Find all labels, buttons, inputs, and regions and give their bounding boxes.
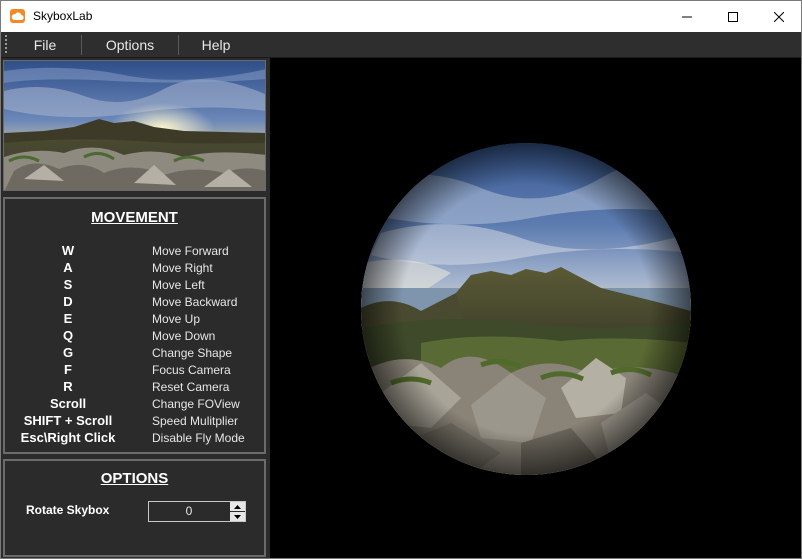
- action-label: Change FOView: [152, 397, 240, 411]
- action-label: Disable Fly Mode: [152, 431, 245, 445]
- options-panel: OPTIONS Rotate Skybox 0: [3, 459, 266, 557]
- key-label: D: [63, 294, 73, 309]
- action-label: Move Right: [152, 261, 213, 275]
- key-label: R: [63, 379, 73, 394]
- action-label: Focus Camera: [152, 363, 231, 377]
- menu-grip-icon[interactable]: [5, 35, 7, 55]
- skybox-viewport[interactable]: [270, 58, 801, 558]
- key-label: Q: [62, 328, 74, 343]
- action-label: Speed Mulitplier: [152, 414, 239, 428]
- action-label: Reset Camera: [152, 380, 230, 394]
- menu-help[interactable]: Help: [179, 32, 253, 58]
- rotate-skybox-stepper[interactable]: 0: [148, 501, 246, 522]
- menu-bar: File Options Help: [1, 32, 801, 58]
- key-label: W: [61, 243, 75, 258]
- title-bar[interactable]: SkyboxLab: [1, 1, 801, 32]
- action-label: Move Up: [152, 312, 201, 326]
- panorama-image: [4, 61, 265, 190]
- rotate-skybox-value[interactable]: 0: [149, 504, 229, 518]
- action-label: Move Left: [152, 278, 205, 292]
- key-label: F: [64, 362, 72, 377]
- maximize-icon: [728, 11, 738, 22]
- minimize-button[interactable]: [664, 1, 710, 32]
- key-label: SHIFT + Scroll: [23, 413, 113, 428]
- left-panel: MOVEMENT W Move Forward A Move Right S M…: [1, 58, 269, 558]
- window-title: SkyboxLab: [33, 9, 93, 23]
- skybox-thumbnail[interactable]: [3, 60, 266, 191]
- action-label: Change Shape: [152, 346, 233, 360]
- action-label: Move Backward: [152, 295, 238, 309]
- chevron-up-icon: [234, 504, 241, 509]
- minimize-icon: [682, 16, 692, 17]
- key-label: G: [62, 345, 74, 360]
- stepper-up-button[interactable]: [230, 502, 245, 511]
- options-title: OPTIONS: [100, 470, 169, 487]
- skybox-sphere: [361, 143, 691, 475]
- cloud-app-icon: [10, 9, 25, 23]
- close-button[interactable]: [756, 1, 801, 32]
- sphere-render: [361, 143, 691, 475]
- key-label: Scroll: [49, 396, 87, 411]
- menu-file[interactable]: File: [9, 32, 81, 58]
- key-label: A: [63, 260, 73, 275]
- movement-panel: MOVEMENT W Move Forward A Move Right S M…: [3, 197, 266, 454]
- chevron-down-icon: [234, 514, 241, 519]
- key-label: Esc\Right Click: [20, 430, 116, 445]
- movement-title: MOVEMENT: [91, 209, 178, 226]
- menu-options[interactable]: Options: [82, 32, 178, 58]
- stepper-down-button[interactable]: [230, 512, 245, 521]
- app-window: SkyboxLab File Options Help MOVEMENT W M…: [0, 0, 802, 559]
- rotate-skybox-label: Rotate Skybox: [26, 503, 110, 517]
- key-label: S: [63, 277, 73, 292]
- action-label: Move Down: [152, 329, 216, 343]
- key-label: E: [63, 311, 73, 326]
- maximize-button[interactable]: [710, 1, 756, 32]
- action-label: Move Forward: [152, 244, 229, 258]
- close-icon: [774, 11, 784, 22]
